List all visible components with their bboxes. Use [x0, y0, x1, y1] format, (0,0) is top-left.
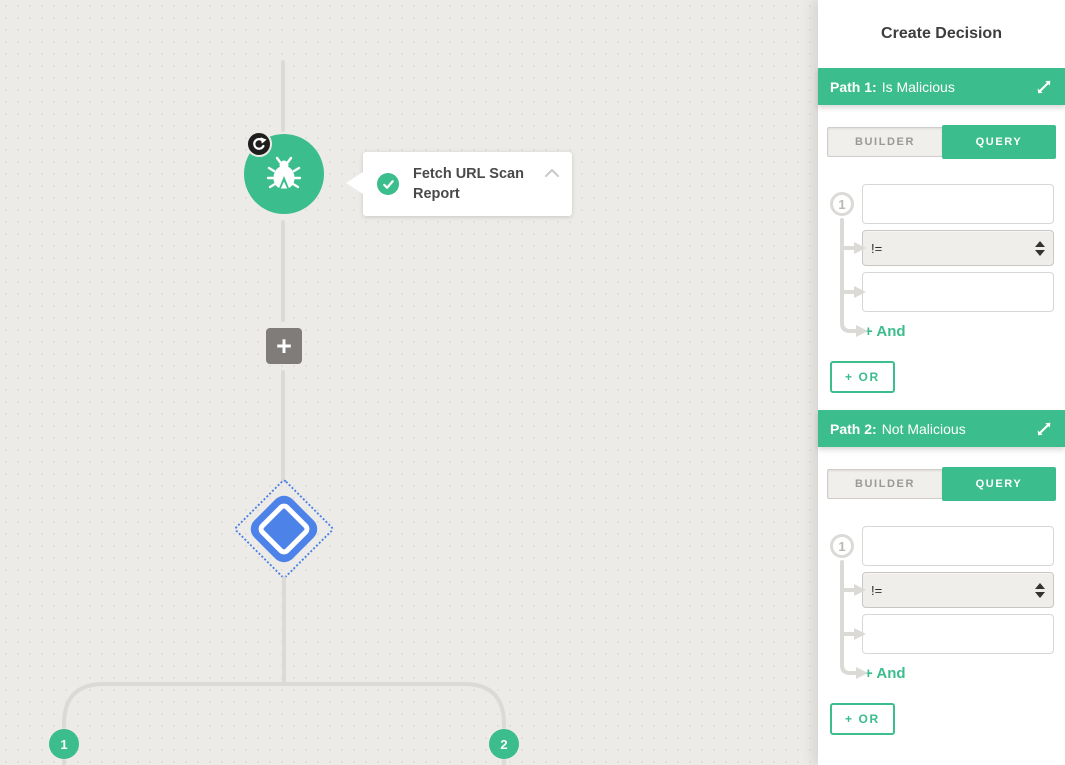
branch-node-number: 1 [60, 737, 67, 752]
path-2-section: Path 2: Not Malicious BUILDER QUERY 1 [818, 410, 1065, 735]
condition-group-number: 1 [830, 534, 854, 558]
workflow-builder-app: Fetch URL Scan Report + [0, 0, 1065, 765]
add-or-condition-button[interactable]: + OR [830, 361, 895, 393]
path-name: Not Malicious [882, 421, 966, 437]
tab-query[interactable]: QUERY [942, 467, 1056, 501]
condition-operator-select[interactable]: != [862, 230, 1054, 266]
tab-builder[interactable]: BUILDER [827, 127, 942, 157]
path-2-condition-group: 1 != [827, 526, 1054, 684]
connector-line [281, 60, 285, 132]
select-spinner-icon [1035, 583, 1045, 598]
path-1-header[interactable]: Path 1: Is Malicious [818, 68, 1065, 105]
tab-query[interactable]: QUERY [942, 125, 1056, 159]
branch-node-1[interactable]: 1 [49, 729, 79, 759]
path-label: Path 1: [830, 79, 877, 95]
tab-builder[interactable]: BUILDER [827, 469, 942, 499]
path-label: Path 2: [830, 421, 877, 437]
condition-field-input[interactable] [862, 526, 1054, 566]
panel-title: Create Decision [818, 0, 1065, 68]
add-and-condition-link[interactable]: + And [864, 320, 1054, 342]
path-1-section: Path 1: Is Malicious BUILDER QUERY 1 [818, 68, 1065, 393]
bug-icon [266, 156, 302, 192]
success-status-badge [377, 173, 399, 195]
path-2-header[interactable]: Path 2: Not Malicious [818, 410, 1065, 447]
refresh-icon [251, 136, 267, 152]
condition-group-number: 1 [830, 192, 854, 216]
step-card-title: Fetch URL Scan Report [413, 164, 541, 204]
select-spinner-icon [1035, 241, 1045, 256]
add-and-condition-link[interactable]: + And [864, 662, 1054, 684]
retry-badge[interactable] [246, 131, 272, 157]
decision-node[interactable] [246, 491, 322, 567]
path-2-tabs: BUILDER QUERY [827, 467, 1056, 501]
branch-connector [0, 570, 818, 765]
condition-value-input[interactable] [862, 614, 1054, 654]
step-card[interactable]: Fetch URL Scan Report [363, 152, 572, 216]
path-name: Is Malicious [882, 79, 955, 95]
expand-arrows-icon[interactable] [1035, 420, 1053, 438]
check-icon [382, 178, 395, 191]
chevron-up-icon[interactable] [544, 166, 560, 184]
branch-node-2[interactable]: 2 [489, 729, 519, 759]
plus-icon: + [276, 333, 292, 360]
connector-line [281, 220, 285, 322]
branch-node-number: 2 [500, 737, 507, 752]
add-or-condition-button[interactable]: + OR [830, 703, 895, 735]
add-step-button[interactable]: + [266, 328, 302, 364]
create-decision-panel: Create Decision Path 1: Is Malicious BUI… [818, 0, 1065, 765]
condition-field-input[interactable] [862, 184, 1054, 224]
connector-line [281, 370, 285, 482]
expand-arrows-icon[interactable] [1035, 78, 1053, 96]
card-pointer [346, 172, 363, 194]
workflow-canvas[interactable]: Fetch URL Scan Report + [0, 0, 818, 765]
path-1-condition-group: 1 != [827, 184, 1054, 342]
condition-operator-select[interactable]: != [862, 572, 1054, 608]
path-1-tabs: BUILDER QUERY [827, 125, 1056, 159]
condition-value-input[interactable] [862, 272, 1054, 312]
